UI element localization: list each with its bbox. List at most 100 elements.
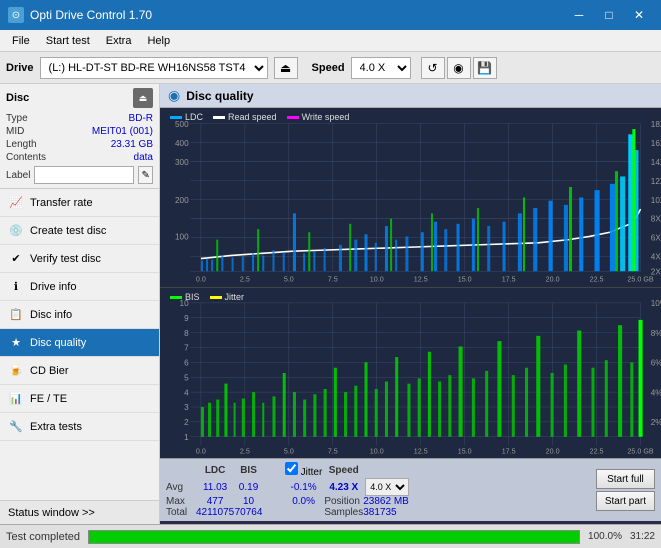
nav-cd-bier[interactable]: 🍺 CD Bier (0, 357, 159, 385)
svg-text:2.5: 2.5 (240, 447, 250, 456)
svg-text:10%: 10% (651, 298, 661, 308)
svg-text:22.5: 22.5 (590, 447, 604, 456)
nav-disc-info[interactable]: 📋 Disc info (0, 301, 159, 329)
nav-extra-tests[interactable]: 🔧 Extra tests (0, 413, 159, 441)
speed-select-stats[interactable]: 4.0 X (365, 478, 409, 496)
jitter-label: Jitter (301, 467, 323, 478)
start-buttons: Start full Start part (596, 469, 655, 511)
ldc-header: LDC (196, 462, 234, 478)
main-area: Disc ⏏ Type BD-R MID MEIT01 (001) Length… (0, 84, 661, 524)
extra-tests-icon: 🔧 (8, 419, 24, 435)
svg-text:6%: 6% (651, 357, 661, 367)
disc-type-val: BD-R (129, 113, 153, 124)
menu-help[interactable]: Help (139, 33, 178, 49)
bottom-chart-svg: 10 9 8 7 6 5 4 3 2 1 10% 8% 6% 4% 2% 0.0… (160, 288, 661, 458)
svg-text:7.5: 7.5 (328, 275, 338, 284)
bottom-chart: BIS Jitter (160, 288, 661, 458)
disc-label-input[interactable] (34, 166, 134, 184)
total-ldc: 4211075 (196, 507, 234, 518)
jitter-checkbox[interactable] (285, 462, 298, 475)
save-button[interactable]: 💾 (473, 57, 497, 79)
svg-text:8: 8 (184, 328, 189, 338)
avg-ldc: 11.03 (196, 478, 234, 496)
menu-bar: File Start test Extra Help (0, 30, 661, 52)
nav-cd-bier-label: CD Bier (30, 365, 69, 377)
svg-text:20.0: 20.0 (546, 447, 560, 456)
disc-mid-val: MEIT01 (001) (92, 126, 153, 137)
menu-extra[interactable]: Extra (98, 33, 140, 49)
status-window-link[interactable]: Status window >> (0, 500, 159, 524)
bis-header: BIS (234, 462, 263, 478)
progress-bar-fill (89, 531, 579, 543)
svg-text:2%: 2% (651, 417, 661, 427)
svg-text:10.0: 10.0 (370, 447, 384, 456)
menu-file[interactable]: File (4, 33, 38, 49)
speed-select[interactable]: 4.0 X (351, 57, 411, 79)
title-bar: ⊙ Opti Drive Control 1.70 ─ □ ✕ (0, 0, 661, 30)
avg-jitter: -0.1% (283, 478, 324, 496)
max-jitter: 0.0% (283, 496, 324, 507)
legend-bis-color (170, 296, 182, 299)
disc-button[interactable]: ◉ (447, 57, 471, 79)
nav-transfer-rate[interactable]: 📈 Transfer rate (0, 189, 159, 217)
legend-write-speed-label: Write speed (302, 112, 350, 122)
legend-jitter-label: Jitter (225, 292, 245, 302)
svg-text:0.0: 0.0 (196, 447, 206, 456)
nav-drive-info[interactable]: ℹ Drive info (0, 273, 159, 301)
svg-text:2.5: 2.5 (240, 275, 250, 284)
status-bar: Test completed 100.0% 31:22 (0, 524, 661, 548)
disc-length-val: 23.31 GB (111, 139, 153, 150)
svg-text:17.5: 17.5 (502, 275, 516, 284)
svg-text:25.0 GB: 25.0 GB (627, 447, 653, 456)
disc-length-key: Length (6, 139, 37, 150)
disc-quality-header: ◉ Disc quality (160, 84, 661, 108)
minimize-button[interactable]: ─ (565, 4, 593, 26)
refresh-button[interactable]: ↺ (421, 57, 445, 79)
legend-jitter-color (210, 296, 222, 299)
disc-quality-header-icon: ◉ (168, 87, 180, 104)
svg-text:5.0: 5.0 (284, 447, 294, 456)
maximize-button[interactable]: □ (595, 4, 623, 26)
svg-text:12.5: 12.5 (414, 447, 428, 456)
close-button[interactable]: ✕ (625, 4, 653, 26)
nav-fe-te[interactable]: 📊 FE / TE (0, 385, 159, 413)
top-chart-legend: LDC Read speed Write speed (170, 112, 349, 122)
jitter-checkbox-cell[interactable]: Jitter (283, 462, 324, 478)
legend-bis-label: BIS (185, 292, 200, 302)
svg-text:18X: 18X (651, 119, 661, 129)
nav-verify-test-disc-label: Verify test disc (30, 253, 101, 265)
svg-text:2: 2 (184, 417, 189, 427)
drive-select[interactable]: (L:) HL-DT-ST BD-RE WH16NS58 TST4 (40, 57, 268, 79)
svg-text:3: 3 (184, 402, 189, 412)
disc-quality-title: Disc quality (186, 89, 253, 103)
svg-text:5: 5 (184, 372, 189, 382)
cd-bier-icon: 🍺 (8, 363, 24, 379)
svg-text:15.0: 15.0 (458, 447, 472, 456)
svg-text:12X: 12X (651, 176, 661, 186)
nav-extra-tests-label: Extra tests (30, 421, 82, 433)
nav-verify-test-disc[interactable]: ✔ Verify test disc (0, 245, 159, 273)
transfer-rate-icon: 📈 (8, 195, 24, 211)
legend-write-speed: Write speed (287, 112, 350, 122)
menu-start-test[interactable]: Start test (38, 33, 98, 49)
eject-button[interactable]: ⏏ (274, 57, 298, 79)
disc-eject-icon[interactable]: ⏏ (133, 88, 153, 108)
svg-text:0.0: 0.0 (196, 275, 206, 284)
top-chart: LDC Read speed Write speed (160, 108, 661, 288)
svg-text:12.5: 12.5 (414, 275, 428, 284)
disc-label-key: Label (6, 170, 30, 181)
nav-create-test-disc[interactable]: 💿 Create test disc (0, 217, 159, 245)
nav-items: 📈 Transfer rate 💿 Create test disc ✔ Ver… (0, 189, 159, 500)
disc-label-btn[interactable]: ✎ (138, 166, 153, 184)
app-title: Opti Drive Control 1.70 (30, 8, 152, 22)
start-full-button[interactable]: Start full (596, 469, 655, 489)
nav-disc-quality[interactable]: ★ Disc quality (0, 329, 159, 357)
svg-text:17.5: 17.5 (502, 447, 516, 456)
samples-label: Samples (324, 507, 363, 518)
drive-info-icon: ℹ (8, 279, 24, 295)
position-val: 23862 MB (363, 496, 411, 507)
progress-text: 100.0% (588, 531, 622, 542)
start-part-button[interactable]: Start part (596, 491, 655, 511)
svg-text:10X: 10X (651, 195, 661, 205)
svg-text:25.0 GB: 25.0 GB (627, 275, 653, 284)
